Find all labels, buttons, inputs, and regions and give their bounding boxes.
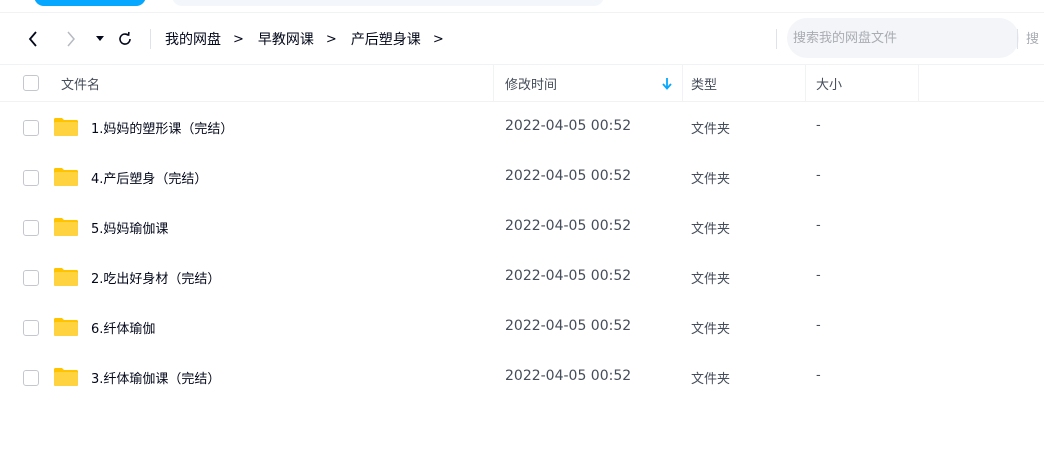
folder-icon	[54, 118, 78, 136]
chevron-left-icon	[28, 31, 37, 47]
refresh-icon	[119, 31, 131, 45]
column-divider	[805, 65, 806, 102]
file-size: -	[816, 218, 821, 233]
file-modified-time: 2022-04-05 00:52	[505, 318, 632, 334]
table-row[interactable]: 4.产后塑身（完结） 2022-04-05 00:52 文件夹 -	[0, 153, 1044, 203]
chevron-right-icon	[67, 31, 75, 47]
top-strip	[0, 0, 1044, 12]
row-checkbox[interactable]	[23, 120, 39, 136]
breadcrumb-item[interactable]: 产后塑身课	[351, 29, 421, 49]
caret-down-icon	[96, 36, 104, 41]
table-header: 文件名 修改时间 类型 大小	[0, 64, 1044, 102]
breadcrumb-item[interactable]: 我的网盘	[165, 29, 221, 49]
divider	[0, 12, 1044, 13]
row-checkbox[interactable]	[23, 320, 39, 336]
select-all-checkbox[interactable]	[23, 75, 39, 91]
table-row[interactable]: 5.妈妈瑜伽课 2022-04-05 00:52 文件夹 -	[0, 203, 1044, 253]
divider	[150, 29, 151, 49]
file-modified-time: 2022-04-05 00:52	[505, 218, 632, 234]
upload-button[interactable]	[34, 0, 146, 6]
column-divider	[918, 65, 919, 102]
table-row[interactable]: 2.吃出好身材（完结） 2022-04-05 00:52 文件夹 -	[0, 253, 1044, 303]
file-type: 文件夹	[691, 172, 731, 187]
file-name[interactable]: 4.产后塑身（完结）	[91, 168, 207, 187]
file-size: -	[816, 268, 821, 283]
back-button[interactable]	[24, 28, 42, 50]
breadcrumb-separator: >	[233, 31, 244, 47]
folder-icon	[54, 218, 78, 236]
file-modified-time: 2022-04-05 00:52	[505, 168, 632, 184]
folder-icon	[54, 168, 78, 186]
top-bar-field[interactable]	[172, 0, 604, 6]
column-header-size[interactable]: 大小	[816, 65, 842, 102]
forward-button[interactable]	[62, 28, 80, 50]
column-header-name[interactable]: 文件名	[61, 65, 100, 102]
column-header-type[interactable]: 类型	[691, 65, 717, 102]
column-divider	[493, 65, 494, 102]
search-box	[787, 18, 1019, 58]
divider	[776, 29, 777, 49]
row-checkbox[interactable]	[23, 270, 39, 286]
column-divider	[682, 65, 683, 102]
file-name[interactable]: 5.妈妈瑜伽课	[91, 218, 168, 237]
file-type: 文件夹	[691, 272, 731, 287]
row-checkbox[interactable]	[23, 170, 39, 186]
file-modified-time: 2022-04-05 00:52	[505, 118, 632, 134]
file-list: 1.妈妈的塑形课（完结） 2022-04-05 00:52 文件夹 - 4.产后…	[0, 103, 1044, 403]
file-name[interactable]: 1.妈妈的塑形课（完结）	[91, 118, 233, 137]
file-type: 文件夹	[691, 322, 731, 337]
folder-icon	[54, 368, 78, 386]
folder-icon	[54, 268, 78, 286]
breadcrumb-separator: >	[325, 31, 337, 47]
file-type: 文件夹	[691, 222, 731, 237]
table-row[interactable]: 3.纤体瑜伽课（完结） 2022-04-05 00:52 文件夹 -	[0, 353, 1044, 403]
file-name[interactable]: 3.纤体瑜伽课（完结）	[91, 368, 220, 387]
file-modified-time: 2022-04-05 00:52	[505, 368, 632, 384]
history-dropdown-button[interactable]	[92, 28, 108, 50]
arrow-down-icon[interactable]	[660, 76, 674, 92]
breadcrumb-item[interactable]: 早教网课	[258, 29, 314, 49]
file-name[interactable]: 2.吃出好身材（完结）	[91, 268, 220, 287]
folder-icon	[54, 318, 78, 336]
toolbar: 我的网盘 > 早教网课 > 产后塑身课 > 搜	[0, 18, 1044, 62]
search-input[interactable]	[793, 18, 993, 58]
file-size: -	[816, 118, 821, 133]
search-button[interactable]: 搜	[1026, 28, 1039, 47]
file-size: -	[816, 168, 821, 183]
file-size: -	[816, 368, 821, 383]
row-checkbox[interactable]	[23, 370, 39, 386]
breadcrumb-separator: >	[432, 31, 444, 47]
breadcrumb: 我的网盘 > 早教网课 > 产后塑身课 >	[165, 28, 458, 50]
table-row[interactable]: 1.妈妈的塑形课（完结） 2022-04-05 00:52 文件夹 -	[0, 103, 1044, 153]
column-header-modified[interactable]: 修改时间	[505, 65, 557, 102]
file-type: 文件夹	[691, 372, 731, 387]
row-checkbox[interactable]	[23, 220, 39, 236]
file-size: -	[816, 318, 821, 333]
file-type: 文件夹	[691, 122, 731, 137]
divider	[1017, 29, 1018, 49]
file-modified-time: 2022-04-05 00:52	[505, 268, 632, 284]
file-name[interactable]: 6.纤体瑜伽	[91, 318, 155, 337]
refresh-button[interactable]	[114, 28, 136, 50]
table-row[interactable]: 6.纤体瑜伽 2022-04-05 00:52 文件夹 -	[0, 303, 1044, 353]
